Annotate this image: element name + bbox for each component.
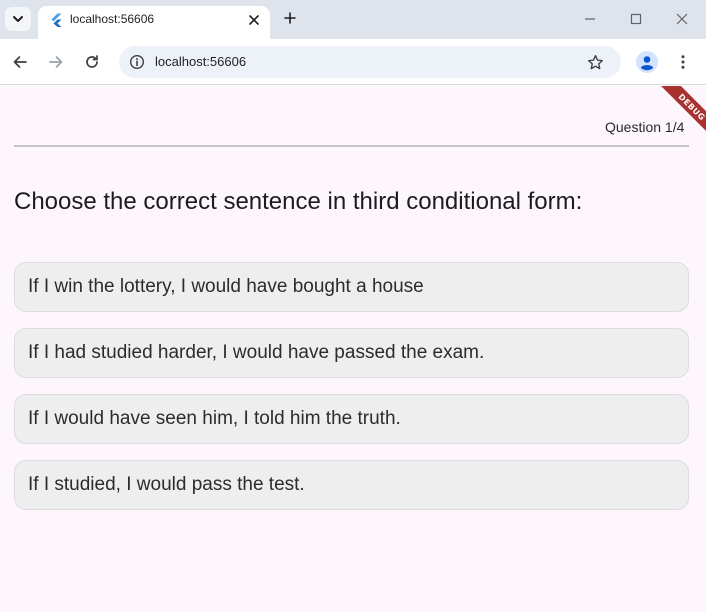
question-counter: Question 1/4 [605, 119, 685, 135]
close-icon [676, 13, 688, 25]
url-text[interactable]: localhost:56606 [155, 54, 246, 69]
back-arrow-icon [13, 56, 27, 68]
flutter-icon [51, 13, 62, 27]
window-close-button[interactable] [671, 8, 693, 30]
maximize-button[interactable] [625, 8, 647, 30]
minimize-button[interactable] [579, 8, 601, 30]
app-content: DEBUG Question 1/4 Choose the correct se… [0, 86, 706, 612]
new-tab-button[interactable] [280, 8, 300, 28]
browser-menu-button[interactable] [671, 50, 695, 74]
tab-title: localhost:56606 [70, 12, 155, 26]
maximize-icon [630, 13, 642, 25]
answer-option[interactable]: If I win the lottery, I would have bough… [14, 262, 689, 312]
browser-toolbar: localhost:56606 [0, 39, 706, 85]
answer-option[interactable]: If I had studied harder, I would have pa… [14, 328, 689, 378]
reload-icon [86, 55, 98, 68]
address-bar[interactable]: localhost:56606 [119, 46, 621, 78]
minimize-icon [585, 18, 595, 20]
question-text: Choose the correct sentence in third con… [14, 188, 583, 215]
close-icon [249, 15, 259, 25]
forward-arrow-icon [49, 56, 63, 68]
tab-search-button[interactable] [5, 7, 31, 31]
bookmark-button[interactable] [585, 52, 605, 72]
answer-option[interactable]: If I studied, I would pass the test. [14, 460, 689, 510]
browser-window: localhost:56606 localhost:56606 DEBUG Qu… [0, 0, 706, 612]
plus-icon [284, 12, 296, 24]
answer-option[interactable]: If I would have seen him, I told him the… [14, 394, 689, 444]
forward-button[interactable] [44, 50, 68, 74]
tab-search-icon [13, 16, 23, 22]
tab-close-button[interactable] [245, 11, 263, 29]
tab-strip: localhost:56606 [0, 0, 706, 39]
info-icon [129, 54, 145, 70]
profile-button[interactable] [635, 50, 659, 74]
browser-tab[interactable]: localhost:56606 [38, 6, 270, 39]
back-button[interactable] [8, 50, 32, 74]
reload-button[interactable] [80, 50, 104, 74]
profile-icon [636, 51, 658, 73]
kebab-menu-icon [681, 55, 685, 69]
star-icon [587, 54, 603, 69]
site-info-button[interactable] [127, 52, 147, 72]
progress-divider [14, 145, 689, 147]
